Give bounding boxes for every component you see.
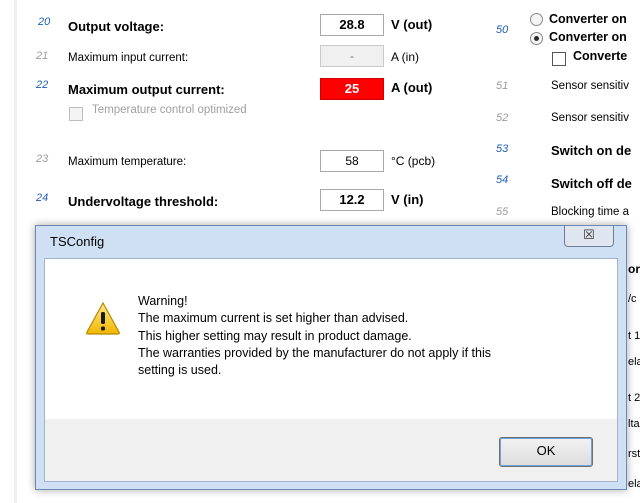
- row-number: 55: [496, 206, 509, 218]
- undervoltage-threshold-unit: V (in): [391, 192, 424, 207]
- dialog-body: Warning! The maximum current is set high…: [44, 258, 618, 482]
- blocking-time-label: Blocking time a: [551, 206, 629, 218]
- row-number: 23: [36, 153, 49, 165]
- warning-icon: [86, 301, 120, 335]
- dialog-close-button[interactable]: ☒: [564, 226, 614, 247]
- warning-dialog: TSConfig ☒ Warning! The maximum current …: [35, 225, 627, 490]
- edge-fragment: lta: [628, 418, 640, 430]
- dialog-message-area: Warning! The maximum current is set high…: [45, 259, 617, 419]
- dialog-message: Warning! The maximum current is set high…: [138, 294, 491, 378]
- row-number: 20: [38, 16, 51, 28]
- undervoltage-threshold-label: Undervoltage threshold:: [68, 194, 219, 209]
- converter-radio-1[interactable]: [530, 13, 543, 26]
- edge-fragment: ela: [628, 478, 640, 490]
- window-left-edge: [0, 0, 15, 503]
- row-number: 24: [36, 192, 49, 204]
- edge-fragment: /c: [628, 293, 637, 305]
- max-output-current-unit: A (out): [391, 80, 433, 95]
- temperature-control-label: Temperature control optimized: [92, 104, 247, 116]
- ok-button[interactable]: OK: [499, 437, 593, 467]
- max-temperature-input[interactable]: 58: [320, 150, 384, 172]
- sensor-sensitivity-1-label: Sensor sensitiv: [551, 80, 629, 92]
- row-number: 21: [36, 50, 49, 62]
- undervoltage-threshold-input[interactable]: 12.2: [320, 189, 384, 211]
- close-icon: ☒: [583, 227, 595, 242]
- edge-fragment: ela: [628, 356, 640, 368]
- dialog-title: TSConfig: [50, 234, 105, 249]
- max-temperature-unit: °C (pcb): [391, 154, 436, 168]
- converter-checkbox[interactable]: [552, 52, 566, 66]
- row-number: 53: [496, 143, 509, 155]
- converter-radio-2[interactable]: [530, 32, 543, 45]
- edge-fragment: t 2: [628, 392, 640, 404]
- sensor-sensitivity-2-label: Sensor sensitiv: [551, 112, 629, 124]
- output-voltage-unit: V (out): [391, 17, 433, 32]
- converter-radio-2-label: Converter on: [549, 30, 627, 44]
- edge-fragment: rst: [628, 448, 640, 460]
- row-number: 54: [496, 174, 509, 186]
- max-input-current-label: Maximum input current:: [68, 52, 189, 64]
- max-output-current-input[interactable]: 25: [320, 78, 384, 100]
- switch-on-delay-label: Switch on de: [551, 143, 632, 158]
- temperature-control-checkbox[interactable]: [69, 107, 83, 121]
- row-number: 51: [496, 80, 509, 92]
- edge-fragment: or: [628, 262, 640, 276]
- edge-fragment: t 1: [628, 330, 640, 342]
- output-voltage-label: Output voltage:: [68, 19, 165, 34]
- max-output-current-label: Maximum output current:: [68, 82, 225, 97]
- max-temperature-label: Maximum temperature:: [68, 156, 187, 168]
- row-number: 22: [36, 79, 49, 91]
- converter-radio-1-label: Converter on: [549, 12, 627, 26]
- panel-separator: [14, 0, 17, 503]
- max-input-current-input: -: [320, 45, 384, 67]
- switch-off-delay-label: Switch off de: [551, 176, 632, 191]
- output-voltage-input[interactable]: 28.8: [320, 14, 384, 36]
- max-input-current-unit: A (in): [391, 50, 420, 64]
- converter-checkbox-label: Converte: [573, 49, 628, 63]
- row-number: 50: [496, 24, 509, 36]
- dialog-titlebar[interactable]: TSConfig ☒: [36, 226, 626, 258]
- row-number: 52: [496, 112, 509, 124]
